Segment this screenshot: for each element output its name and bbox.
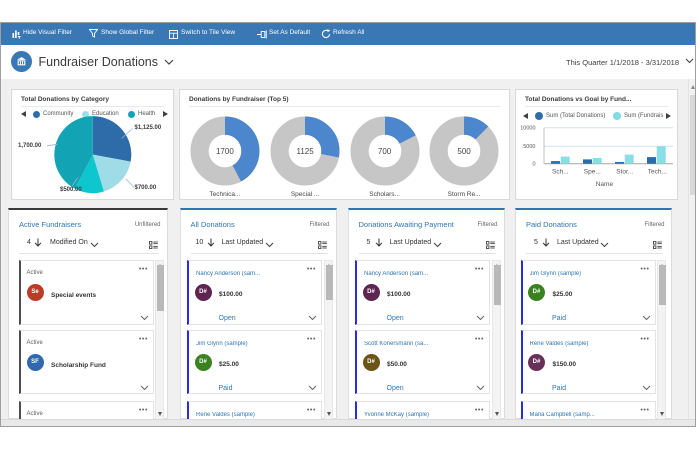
svg-text:10000: 10000 bbox=[520, 126, 535, 132]
svg-text:Name: Name bbox=[596, 181, 614, 188]
svg-text:Sch...: Sch... bbox=[552, 169, 569, 176]
svg-text:Spe...: Spe... bbox=[584, 169, 601, 176]
svg-text:0: 0 bbox=[532, 162, 535, 168]
svg-text:5000: 5000 bbox=[523, 144, 535, 150]
svg-text:Stor...: Stor... bbox=[616, 169, 633, 176]
svg-text:Tech...: Tech... bbox=[648, 169, 667, 176]
